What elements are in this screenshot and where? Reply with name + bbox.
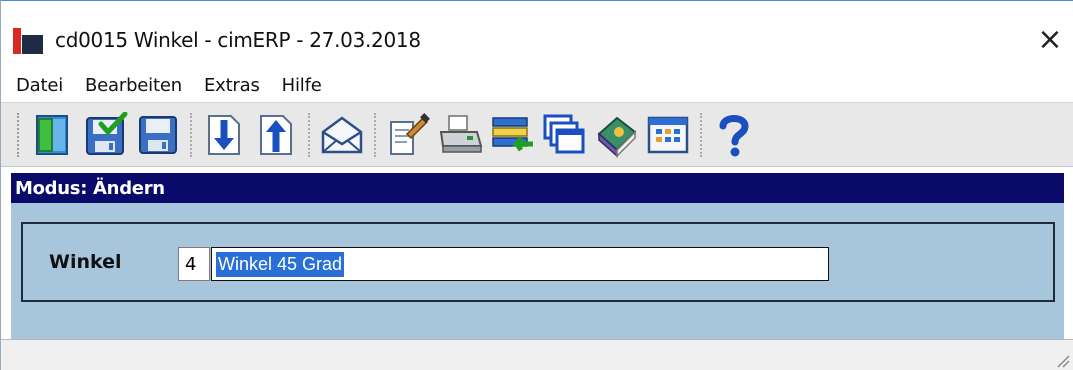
winkel-name-selected-text: Winkel 45 Grad bbox=[216, 251, 345, 277]
upload-document-icon bbox=[260, 114, 292, 155]
book-button[interactable] bbox=[590, 109, 642, 161]
mail-button[interactable] bbox=[316, 109, 368, 161]
menu-extras[interactable]: Extras bbox=[204, 75, 260, 96]
menu-bar: Datei Bearbeiten Extras Hilfe bbox=[1, 69, 1073, 101]
print-button[interactable] bbox=[434, 109, 486, 161]
windows-button[interactable] bbox=[538, 109, 590, 161]
save-check-icon bbox=[86, 111, 128, 155]
help-icon bbox=[719, 114, 749, 156]
form-group: Winkel 4 Winkel 45 Grad bbox=[21, 222, 1055, 302]
printer-icon bbox=[439, 114, 483, 153]
toolbar-grip[interactable] bbox=[17, 112, 22, 157]
toolbar-separator bbox=[308, 112, 316, 157]
toolbar bbox=[1, 102, 1073, 167]
menu-bearbeiten[interactable]: Bearbeiten bbox=[85, 75, 182, 96]
mail-icon bbox=[321, 115, 363, 153]
help-button[interactable] bbox=[708, 109, 760, 161]
winkel-name-field[interactable]: Winkel 45 Grad bbox=[211, 247, 829, 281]
menu-hilfe[interactable]: Hilfe bbox=[282, 75, 322, 96]
window-title: cd0015 Winkel - cimERP - 27.03.2018 bbox=[55, 28, 421, 52]
list-transfer-icon bbox=[492, 116, 533, 151]
edit-document-icon bbox=[390, 112, 430, 155]
toolbar-separator bbox=[190, 112, 198, 157]
application-window: cd0015 Winkel - cimERP - 27.03.2018 × Da… bbox=[0, 0, 1073, 370]
winkel-label: Winkel bbox=[49, 251, 122, 273]
toolbar-separator bbox=[700, 112, 708, 157]
calendar-grid-icon bbox=[647, 116, 689, 153]
book-icon bbox=[597, 116, 637, 158]
save-button[interactable] bbox=[132, 109, 184, 161]
title-bar[interactable]: cd0015 Winkel - cimERP - 27.03.2018 × bbox=[1, 1, 1073, 63]
content-area: Winkel 4 Winkel 45 Grad bbox=[11, 203, 1064, 339]
mode-bar: Modus: Ändern bbox=[11, 173, 1064, 203]
winkel-code-field[interactable]: 4 bbox=[178, 247, 210, 281]
menu-datei[interactable]: Datei bbox=[16, 75, 63, 96]
toolbar-separator bbox=[374, 112, 382, 157]
save-and-check-button[interactable] bbox=[80, 109, 132, 161]
list-transfer-button[interactable] bbox=[486, 109, 538, 161]
windows-icon bbox=[543, 114, 585, 153]
calendar-button[interactable] bbox=[642, 109, 694, 161]
edit-document-button[interactable] bbox=[382, 109, 434, 161]
close-button[interactable]: × bbox=[1031, 21, 1069, 57]
download-document-icon bbox=[208, 114, 240, 155]
download-document-button[interactable] bbox=[198, 109, 250, 161]
exit-door-icon bbox=[36, 114, 68, 155]
resize-grip-icon[interactable] bbox=[1054, 352, 1070, 368]
app-logo-icon bbox=[13, 28, 43, 54]
exit-button[interactable] bbox=[28, 109, 80, 161]
save-icon bbox=[139, 115, 177, 154]
status-bar bbox=[1, 339, 1073, 370]
upload-document-button[interactable] bbox=[250, 109, 302, 161]
